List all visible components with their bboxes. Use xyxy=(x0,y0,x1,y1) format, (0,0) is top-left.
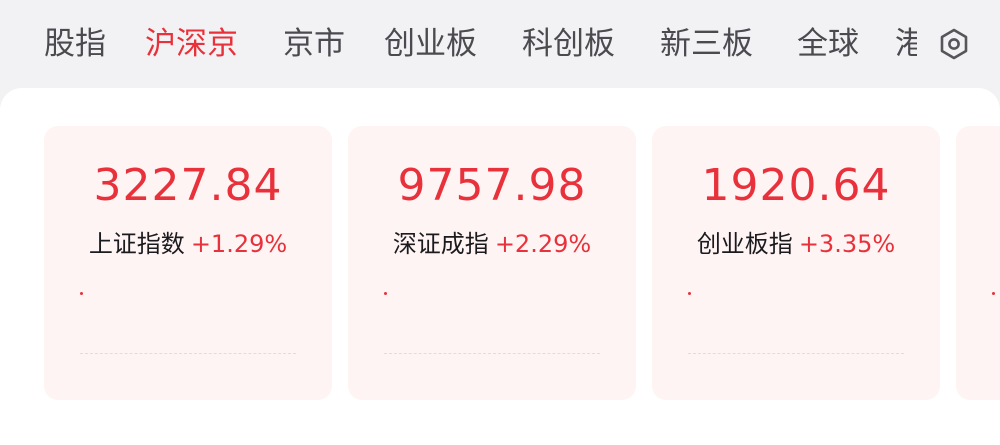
tab-neeq[interactable]: 新三板 xyxy=(660,22,753,66)
sparkline-start-dot xyxy=(992,292,995,295)
tab-stock-index[interactable]: 股指 xyxy=(44,22,106,66)
index-label-row: 上证指数 +1.29% xyxy=(44,224,332,259)
index-change: +3.35% xyxy=(798,230,896,258)
index-panel: 3227.84 上证指数 +1.29% 9757.98 深证成指 +2.29% 19… xyxy=(0,88,1000,445)
gear-icon[interactable] xyxy=(936,26,972,62)
index-name: 深证成指 xyxy=(392,230,489,258)
index-value: 9757.98 xyxy=(397,160,587,211)
sparkline-start-dot xyxy=(688,292,691,295)
tab-global[interactable]: 全球 xyxy=(797,22,859,66)
tab-star-market[interactable]: 科创板 xyxy=(522,22,615,66)
sparkline-baseline xyxy=(688,353,904,354)
market-tab-bar: 股指 沪深京 京市 创业板 科创板 新三板 全球 港 xyxy=(0,0,1000,90)
tab-hongkong-clip: 港 xyxy=(895,22,917,66)
index-name: 上证指数 xyxy=(88,230,185,258)
index-label-row: 深证成指 +2.29% xyxy=(348,224,636,259)
index-card-chinext[interactable]: 1920.64 创业板指 +3.35% xyxy=(652,126,940,400)
index-value: 1920.64 xyxy=(701,160,891,211)
index-name: 创业板指 xyxy=(696,230,793,258)
tab-shanghai-shenzhen-beijing[interactable]: 沪深京 xyxy=(145,22,238,66)
tab-chinext[interactable]: 创业板 xyxy=(384,22,477,66)
sparkline-start-dot xyxy=(384,292,387,295)
sparkline-baseline xyxy=(384,353,600,354)
tab-beijing-market[interactable]: 京市 xyxy=(283,22,345,66)
index-card-shanghai[interactable]: 3227.84 上证指数 +1.29% xyxy=(44,126,332,400)
index-card-partial[interactable] xyxy=(956,126,1000,400)
index-cards-scroller[interactable]: 3227.84 上证指数 +1.29% 9757.98 深证成指 +2.29% 19… xyxy=(0,88,1000,445)
index-change: +2.29% xyxy=(494,230,592,258)
gear-icon-graphic xyxy=(940,28,968,60)
tab-hongkong[interactable]: 港 xyxy=(895,22,917,66)
index-change: +1.29% xyxy=(190,230,288,258)
index-card-shenzhen[interactable]: 9757.98 深证成指 +2.29% xyxy=(348,126,636,400)
index-value: 3227.84 xyxy=(93,160,283,211)
index-label-row: 创业板指 +3.35% xyxy=(652,224,940,259)
sparkline-baseline xyxy=(80,353,296,354)
sparkline-start-dot xyxy=(80,292,83,295)
